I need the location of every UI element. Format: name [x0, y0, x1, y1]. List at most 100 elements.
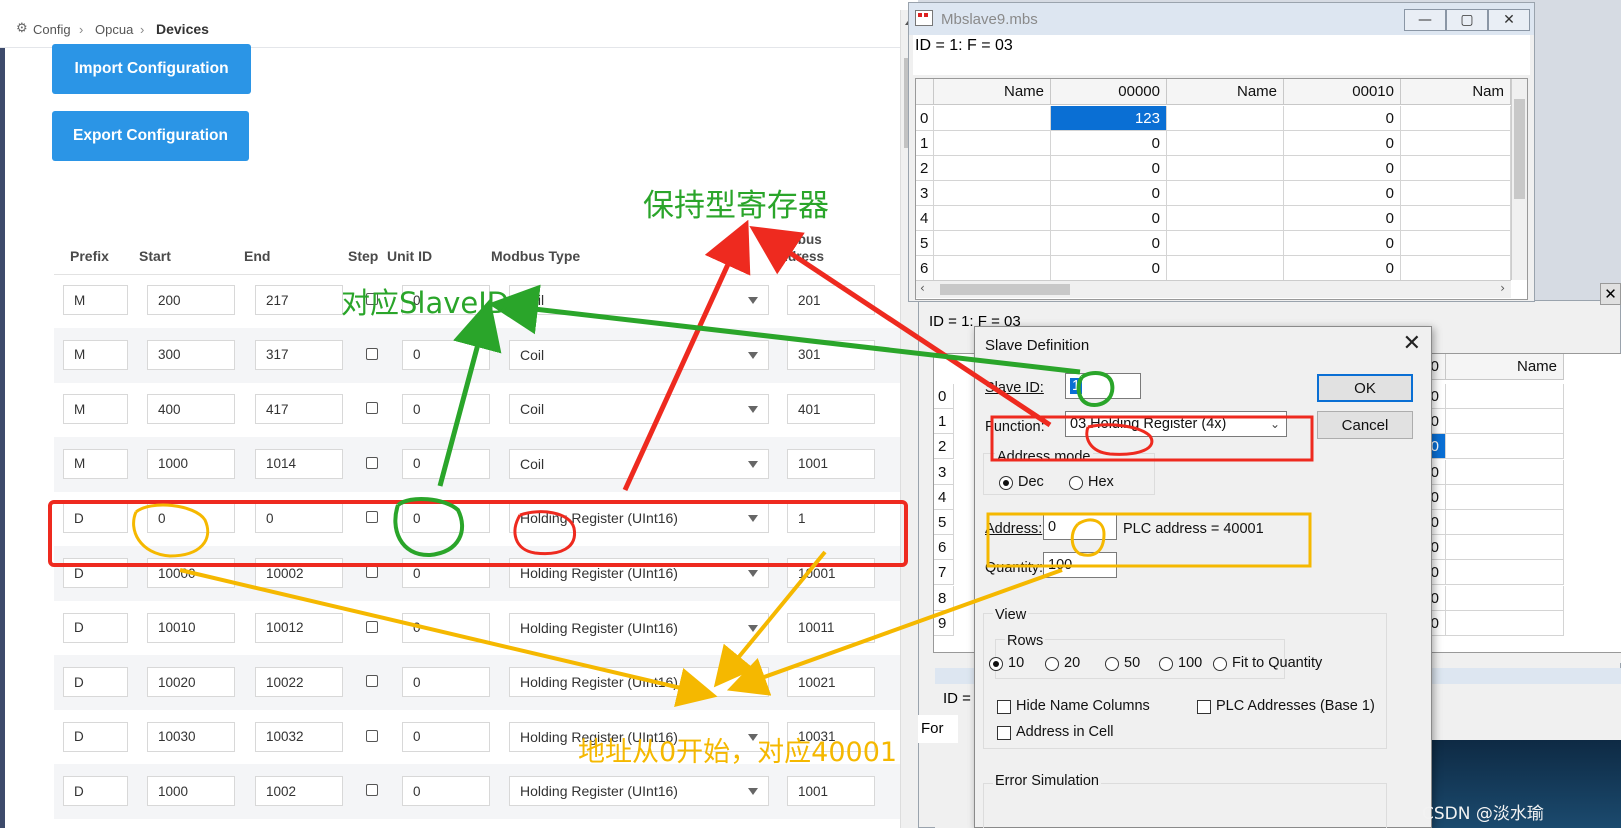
minimize-button[interactable]: — — [1404, 9, 1446, 31]
modbus-type-select[interactable]: Coil — [509, 448, 769, 479]
unit-id-field[interactable]: 0 — [402, 667, 490, 698]
back-grid-cell-name[interactable] — [1446, 535, 1564, 561]
unit-id-field[interactable]: 0 — [402, 503, 490, 534]
step-checkbox[interactable] — [366, 675, 378, 688]
grid-cell-name[interactable] — [934, 106, 1051, 131]
prefix-field[interactable]: D — [63, 776, 128, 807]
back-grid-header[interactable]: Name — [1446, 354, 1564, 380]
grid-cell-value[interactable]: 0 — [1051, 131, 1167, 156]
end-field[interactable]: 217 — [255, 285, 343, 315]
prefix-field[interactable]: M — [63, 394, 128, 425]
grid-cell-name[interactable] — [1401, 231, 1511, 256]
rows-option-radio[interactable] — [1159, 657, 1173, 671]
start-field[interactable]: 300 — [147, 339, 235, 370]
end-field[interactable]: 317 — [255, 339, 343, 370]
start-field[interactable]: 1000 — [147, 448, 235, 479]
grid-cell-value[interactable]: 0 — [1051, 206, 1167, 231]
back-grid-cell-name[interactable] — [1446, 610, 1564, 636]
grid-vertical-scrollbar[interactable] — [1511, 79, 1527, 280]
prefix-field[interactable]: M — [63, 285, 128, 315]
end-field[interactable]: 1002 — [255, 776, 343, 807]
modbus-type-select[interactable]: Holding Register (UInt16) — [509, 612, 769, 643]
grid-cell-value[interactable]: 0 — [1284, 256, 1401, 281]
start-field[interactable]: 0 — [147, 503, 235, 534]
modbus-address-field[interactable]: 1001 — [787, 448, 875, 479]
hide-name-columns-checkbox[interactable] — [997, 700, 1011, 714]
unit-id-field[interactable]: 0 — [402, 612, 490, 643]
grid-cell-name[interactable] — [1401, 106, 1511, 131]
horizontal-scrollbar[interactable]: ‹ › — [916, 280, 1511, 298]
rows-option-radio[interactable] — [989, 657, 1003, 671]
modbus-address-field[interactable]: 10021 — [787, 667, 875, 698]
rows-option-radio[interactable] — [1105, 657, 1119, 671]
address-in-cell-checkbox[interactable] — [997, 726, 1011, 740]
ok-button[interactable]: OK — [1317, 374, 1413, 402]
grid-cell-name[interactable] — [1167, 231, 1284, 256]
address-input[interactable]: 0 — [1043, 514, 1117, 540]
slave-id-input[interactable]: 1 — [1065, 373, 1141, 399]
prefix-field[interactable]: D — [63, 503, 128, 534]
back-grid-cell-name[interactable] — [1446, 510, 1564, 535]
grid-cell-value[interactable]: 0 — [1284, 206, 1401, 231]
back-grid-cell-name[interactable] — [1446, 434, 1564, 460]
grid-cell-name[interactable] — [1401, 256, 1511, 281]
modbus-address-field[interactable]: 301 — [787, 339, 875, 370]
breadcrumb-opcua[interactable]: Opcua — [95, 22, 133, 37]
dialog-close-button[interactable]: ✕ — [1403, 331, 1421, 356]
start-field[interactable]: 1000 — [147, 776, 235, 807]
back-grid-cell-name[interactable] — [1446, 560, 1564, 586]
unit-id-field[interactable]: 0 — [402, 394, 490, 425]
modbus-address-field[interactable]: 1 — [787, 503, 875, 534]
hex-radio[interactable] — [1069, 476, 1083, 490]
grid-cell-value[interactable]: 123 — [1051, 106, 1167, 131]
end-field[interactable]: 10022 — [255, 667, 343, 698]
grid-cell-value[interactable]: 0 — [1051, 156, 1167, 181]
step-checkbox[interactable] — [366, 784, 378, 797]
unit-id-field[interactable]: 0 — [402, 558, 490, 588]
prefix-field[interactable]: D — [63, 721, 128, 752]
plc-addresses-checkbox[interactable] — [1197, 700, 1211, 714]
back-grid-cell-name[interactable] — [1446, 585, 1564, 611]
grid-column-header[interactable]: Nam — [1401, 79, 1511, 105]
modbus-type-select[interactable]: Coil — [509, 394, 769, 425]
grid-cell-value[interactable]: 0 — [1284, 106, 1401, 131]
rows-option-radio[interactable] — [1213, 657, 1227, 671]
start-field[interactable]: 400 — [147, 394, 235, 425]
register-grid[interactable]: Name 00000 Name 00010 Nam 0 123 0 1 0 0 2 0 0 3 0 0 4 0 0 5 0… — [915, 78, 1528, 300]
prefix-field[interactable]: D — [63, 612, 128, 643]
unit-id-field[interactable]: 0 — [402, 776, 490, 807]
grid-cell-name[interactable] — [1167, 206, 1284, 231]
modbus-address-field[interactable]: 10001 — [787, 558, 875, 588]
modbus-type-select[interactable]: Holding Register (UInt16) — [509, 667, 769, 698]
grid-cell-value[interactable]: 0 — [1284, 231, 1401, 256]
unit-id-field[interactable]: 0 — [402, 339, 490, 370]
step-checkbox[interactable] — [366, 729, 378, 742]
grid-cell-name[interactable] — [934, 256, 1051, 281]
modbus-type-select[interactable]: Coil — [509, 285, 769, 315]
modbus-type-select[interactable]: Holding Register (UInt16) — [509, 558, 769, 588]
grid-cell-name[interactable] — [1401, 206, 1511, 231]
close-icon[interactable]: ✕ — [1600, 283, 1621, 305]
step-checkbox[interactable] — [366, 511, 378, 524]
end-field[interactable]: 1014 — [255, 448, 343, 479]
grid-cell-name[interactable] — [934, 206, 1051, 231]
back-grid-cell-name[interactable] — [1446, 409, 1564, 435]
grid-cell-value[interactable]: 0 — [1284, 156, 1401, 181]
back-grid-cell-name[interactable] — [1446, 484, 1564, 510]
modbus-address-field[interactable]: 10011 — [787, 612, 875, 643]
grid-column-header[interactable]: 00000 — [1051, 79, 1167, 105]
prefix-field[interactable]: D — [63, 558, 128, 588]
unit-id-field[interactable]: 0 — [402, 721, 490, 752]
rows-option-radio[interactable] — [1045, 657, 1059, 671]
modbus-address-field[interactable]: 1001 — [787, 776, 875, 807]
step-checkbox[interactable] — [366, 347, 378, 360]
modbus-type-select[interactable]: Holding Register (UInt16) — [509, 503, 769, 534]
step-checkbox[interactable] — [366, 456, 378, 469]
prefix-field[interactable]: M — [63, 448, 128, 479]
back-grid-cell-name[interactable] — [1446, 459, 1564, 485]
end-field[interactable]: 417 — [255, 394, 343, 425]
grid-cell-name[interactable] — [1167, 156, 1284, 181]
grid-cell-value[interactable]: 0 — [1284, 181, 1401, 206]
end-field[interactable]: 10012 — [255, 612, 343, 643]
start-field[interactable]: 10010 — [147, 612, 235, 643]
